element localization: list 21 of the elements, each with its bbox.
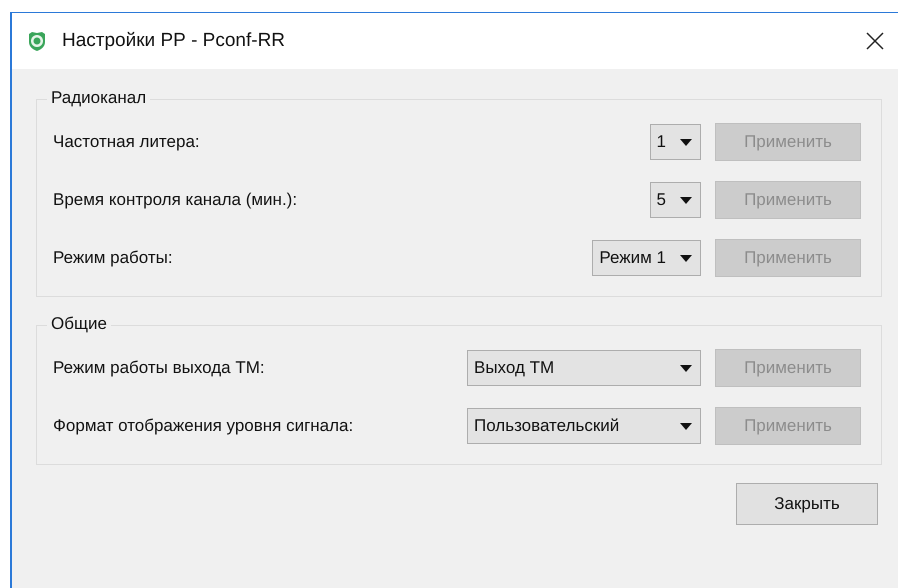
setting-label: Режим работы: — [53, 248, 174, 268]
group-title: Общие — [47, 314, 111, 334]
caret-icon — [680, 422, 692, 430]
group-title: Радиоканал — [47, 88, 150, 108]
dropdown[interactable]: 1 — [650, 124, 701, 160]
setting-label: Частотная литера: — [53, 132, 201, 152]
dropdown[interactable]: Режим 1 — [592, 240, 701, 276]
app-icon — [26, 30, 48, 52]
setting-label: Время контроля канала (мин.): — [53, 190, 298, 210]
caret-icon — [680, 138, 692, 146]
caret-icon — [680, 196, 692, 204]
setting-label: Формат отображения уровня сигнала: — [53, 416, 354, 436]
dropdown[interactable]: 5 — [650, 182, 701, 218]
caret-icon — [680, 254, 692, 262]
close-icon[interactable] — [866, 32, 884, 50]
setting-label: Режим работы выхода ТМ: — [53, 358, 266, 378]
window-title: Настройки РР - Pconf-RR — [62, 30, 286, 52]
dropdown[interactable]: Пользовательский — [467, 408, 701, 444]
caret-icon — [680, 364, 692, 372]
close-button[interactable]: Закрыть — [736, 483, 878, 525]
dropdown[interactable]: Выход ТМ — [467, 350, 701, 386]
